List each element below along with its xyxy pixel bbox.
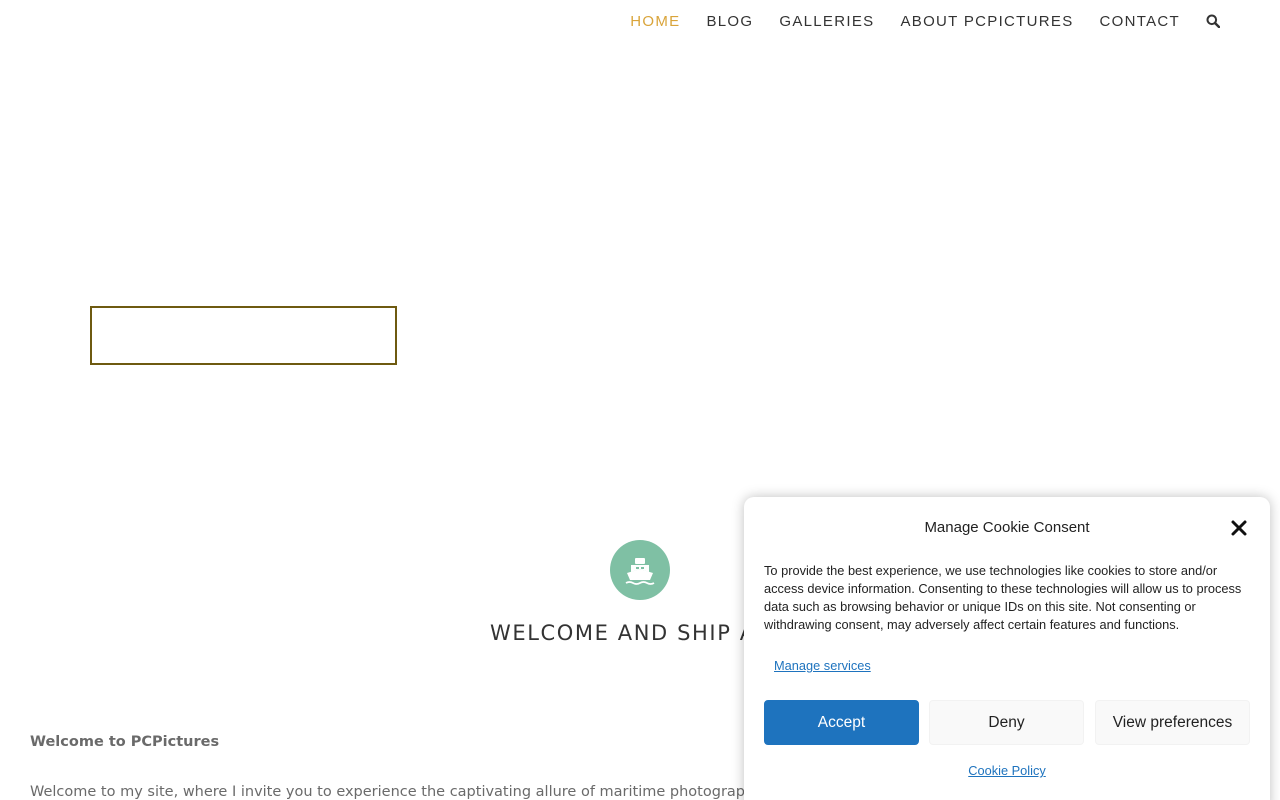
- intro-title: Welcome to PCPictures: [30, 734, 220, 750]
- cookie-description: To provide the best experience, we use t…: [764, 563, 1242, 632]
- nav-contact[interactable]: CONTACT: [1100, 13, 1180, 30]
- cookie-policy-link[interactable]: Cookie Policy: [968, 763, 1046, 778]
- cookie-policy-row: Cookie Policy: [744, 763, 1270, 778]
- close-icon[interactable]: [1230, 519, 1248, 537]
- welcome-heading: WELCOME AND SHIP AI: [490, 621, 764, 645]
- deny-button[interactable]: Deny: [929, 700, 1084, 745]
- nav-about[interactable]: ABOUT PCPICTURES: [900, 13, 1073, 30]
- nav-galleries[interactable]: GALLERIES: [779, 13, 874, 30]
- intro-text: Welcome to my site, where I invite you t…: [30, 784, 784, 800]
- hero-outline-button[interactable]: [90, 306, 397, 365]
- ship-icon: [610, 540, 670, 600]
- view-preferences-button[interactable]: View preferences: [1095, 700, 1250, 745]
- nav-home[interactable]: HOME: [630, 13, 680, 30]
- nav-blog[interactable]: BLOG: [706, 13, 753, 30]
- cookie-consent-dialog: Manage Cookie Consent To provide the bes…: [744, 497, 1270, 800]
- accept-button[interactable]: Accept: [764, 700, 919, 745]
- manage-services-link[interactable]: Manage services: [774, 658, 871, 673]
- search-icon[interactable]: [1206, 14, 1220, 28]
- main-nav: HOME BLOG GALLERIES ABOUT PCPICTURES CON…: [604, 0, 1220, 42]
- cookie-title: Manage Cookie Consent: [924, 519, 1090, 536]
